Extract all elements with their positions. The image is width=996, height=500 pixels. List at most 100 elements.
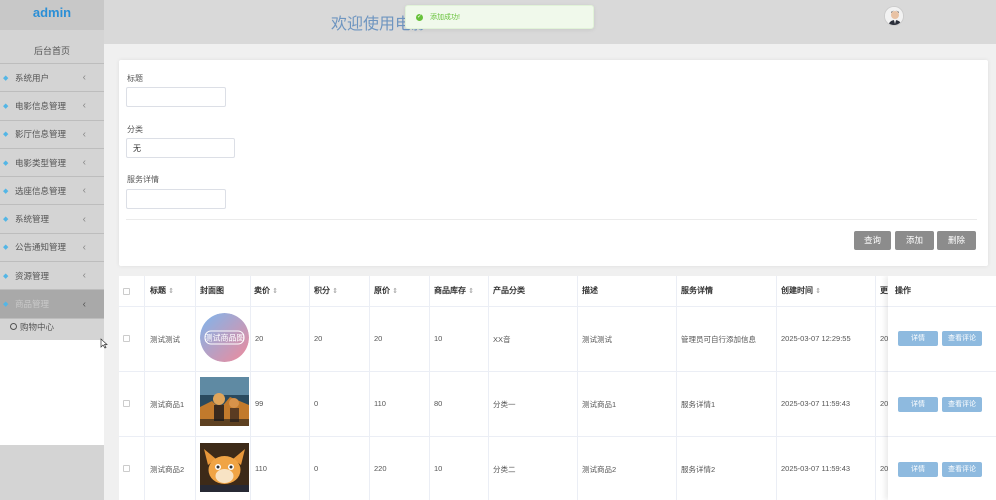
sidebar-item-movies[interactable]: ◆ 电影信息管理 ‹ [0, 92, 104, 121]
cell-category: XX音 [493, 335, 511, 344]
cell-desc: 测试商品1 [582, 400, 617, 409]
diamond-icon: ◆ [3, 74, 9, 82]
column-header-title[interactable]: 标题 ⇕ [150, 276, 174, 306]
sidebar-item-label: 商品管理 [15, 299, 50, 310]
sidebar-item-label: 影厅信息管理 [15, 129, 67, 140]
row-checkbox[interactable] [123, 400, 130, 407]
view-comments-button[interactable]: 查看评论 [942, 331, 982, 346]
column-divider [429, 276, 430, 500]
column-divider [144, 276, 145, 500]
column-divider [369, 276, 370, 500]
sidebar-item-label: 电影信息管理 [15, 100, 67, 111]
cell-desc: 测试测试 [582, 335, 612, 344]
column-divider [488, 276, 489, 500]
sidebar: admin 后台首页 ◆ 系统用户 ‹ ◆ 电影信息管理 ‹ ◆ 影厅信息管理 … [0, 0, 104, 500]
chevron-left-icon: ‹ [82, 128, 86, 140]
brand-logo: admin [0, 0, 104, 30]
cell-title: 测试测试 [150, 335, 180, 344]
sidebar-item-users[interactable]: ◆ 系统用户 ‹ [0, 64, 104, 93]
cell-price: 99 [255, 399, 264, 408]
sidebar-subitem-shop[interactable]: 购物中心 [0, 318, 104, 335]
cell-title: 测试商品1 [150, 400, 185, 409]
cell-service: 管理员可自行添加信息 [681, 335, 756, 344]
svg-text:测试商品图: 测试商品图 [205, 333, 245, 343]
diamond-icon: ◆ [3, 216, 9, 224]
column-header-points[interactable]: 积分 ⇕ [314, 276, 338, 306]
row-checkbox[interactable] [123, 465, 130, 472]
cell-points: 20 [314, 334, 323, 343]
sidebar-home-link[interactable]: 后台首页 [0, 30, 104, 64]
sidebar-item-system[interactable]: ◆ 系统管理 ‹ [0, 205, 104, 234]
column-divider [195, 276, 196, 500]
chevron-left-icon: ‹ [82, 185, 86, 197]
diamond-icon: ◆ [3, 301, 9, 309]
chevron-left-icon: ‹ [82, 157, 86, 169]
delete-button[interactable]: 删除 [937, 231, 976, 250]
row-divider [888, 306, 996, 307]
chevron-down-icon: ‹ [82, 298, 86, 310]
check-circle-icon [10, 323, 17, 331]
chevron-left-icon: ‹ [82, 72, 86, 84]
chevron-left-icon: ‹ [82, 213, 86, 225]
column-header-original[interactable]: 原价 ⇕ [374, 276, 398, 306]
cell-created: 2025-03-07 11:59:43 [781, 399, 851, 408]
diamond-icon: ◆ [3, 159, 9, 167]
query-button[interactable]: 查询 [854, 231, 891, 250]
sidebar-item-products[interactable]: ◆ 商品管理 ‹ [0, 290, 104, 319]
success-icon: ✓ [416, 13, 423, 21]
diamond-icon: ◆ [3, 272, 9, 280]
success-toast: ✓ 添加成功! [405, 5, 594, 29]
cover-image [200, 377, 249, 426]
column-header-cover: 封面图 [200, 286, 224, 295]
column-divider [577, 276, 578, 500]
avatar[interactable] [884, 6, 904, 26]
cell-stock: 10 [434, 464, 443, 473]
cell-price: 20 [255, 334, 264, 343]
sidebar-item-resources[interactable]: ◆ 资源管理 ‹ [0, 262, 104, 291]
column-divider [875, 276, 876, 500]
diamond-icon: ◆ [3, 131, 9, 139]
select-all-checkbox[interactable] [123, 288, 130, 295]
sidebar-item-label: 资源管理 [15, 270, 50, 281]
sidebar-item-label: 选座信息管理 [15, 185, 67, 196]
sidebar-item-halls[interactable]: ◆ 影厅信息管理 ‹ [0, 121, 104, 149]
product-table: 标题 ⇕ 封面图 卖价 ⇕ 积分 ⇕ 原价 ⇕ 商品库存 ⇕ 产品分类 描述 服… [119, 276, 996, 500]
sidebar-item-notices[interactable]: ◆ 公告通知管理 ‹ [0, 234, 104, 263]
chevron-left-icon: ‹ [82, 241, 86, 253]
sort-icon: ⇕ [468, 288, 475, 295]
sort-icon: ⇕ [332, 288, 339, 295]
row-checkbox[interactable] [123, 335, 130, 342]
cell-stock: 80 [434, 399, 443, 408]
cell-title: 测试商品2 [150, 465, 185, 474]
cover-image: 测试商品图 [200, 313, 249, 362]
add-button[interactable]: 添加 [895, 231, 934, 250]
column-header-created[interactable]: 创建时间 ⇕ [781, 276, 821, 306]
mouse-cursor-icon [100, 338, 108, 349]
view-comments-button[interactable]: 查看评论 [942, 397, 982, 412]
cell-points: 0 [314, 399, 319, 408]
column-header-price[interactable]: 卖价 ⇕ [254, 276, 278, 306]
cell-points: 0 [314, 464, 319, 473]
search-panel: 标题 分类 服务详情 查询 添加 删除 [119, 60, 988, 266]
cell-original: 110 [374, 399, 386, 408]
detail-button[interactable]: 详情 [898, 462, 938, 477]
cell-created: 2025-03-07 11:59:43 [781, 464, 851, 473]
sidebar-item-movie-types[interactable]: ◆ 电影类型管理 ‹ [0, 149, 104, 178]
service-input[interactable] [126, 189, 226, 209]
sidebar-item-seats[interactable]: ◆ 选座信息管理 ‹ [0, 177, 104, 206]
cell-original: 220 [374, 464, 387, 473]
cell-service: 服务详情2 [681, 465, 716, 474]
detail-button[interactable]: 详情 [898, 397, 938, 412]
operations-column: 操作 详情 查看评论 详情 查看评论 详情 查看评论 [888, 276, 996, 500]
detail-button[interactable]: 详情 [898, 331, 938, 346]
cell-desc: 测试商品2 [582, 465, 617, 474]
category-select[interactable] [126, 138, 235, 158]
sidebar-item-label: 公告通知管理 [15, 242, 67, 253]
title-input[interactable] [126, 87, 226, 107]
view-comments-button[interactable]: 查看评论 [942, 462, 982, 477]
column-header-stock[interactable]: 商品库存 ⇕ [434, 276, 474, 306]
sidebar-item-label: 电影类型管理 [15, 157, 67, 168]
cell-stock: 10 [434, 334, 443, 343]
cover-image [200, 443, 249, 492]
diamond-icon: ◆ [3, 187, 9, 195]
